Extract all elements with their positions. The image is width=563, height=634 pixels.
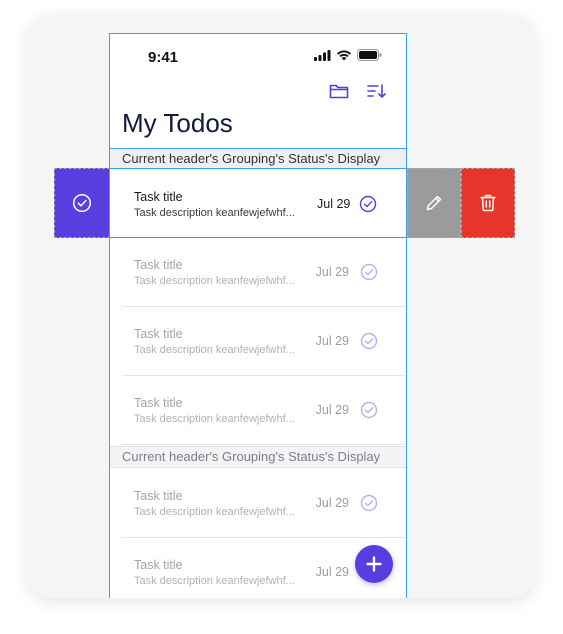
task-date: Jul 29 — [317, 197, 351, 211]
task-description: Task description keanfewjefwhf... — [134, 413, 295, 425]
sort-button[interactable] — [366, 80, 388, 102]
signal-icon — [314, 49, 331, 61]
task-title: Task title — [134, 190, 183, 204]
task-row[interactable]: Task title Task description keanfewjefwh… — [122, 238, 406, 307]
swipe-edit-action[interactable] — [407, 168, 461, 238]
add-task-button[interactable] — [355, 545, 393, 583]
check-circle-icon[interactable] — [360, 263, 378, 281]
task-title: Task title — [134, 258, 183, 272]
task-date: Jul 29 — [315, 403, 349, 417]
section-header: Current header's Grouping's Status's Dis… — [110, 148, 406, 170]
wifi-icon — [337, 50, 351, 60]
check-circle-icon[interactable] — [359, 195, 377, 213]
check-circle-icon[interactable] — [360, 401, 378, 419]
swipe-complete-action[interactable] — [54, 168, 110, 238]
header-toolbar — [328, 80, 388, 102]
check-circle-icon — [72, 193, 92, 213]
pencil-icon — [426, 195, 442, 211]
trash-icon — [480, 194, 496, 212]
task-title: Task title — [134, 327, 183, 341]
task-title: Task title — [134, 396, 183, 410]
swipe-delete-action[interactable] — [461, 168, 515, 238]
status-icons — [314, 49, 382, 61]
check-circle-icon[interactable] — [360, 332, 378, 350]
task-date: Jul 29 — [315, 565, 349, 579]
section-header: Current header's Grouping's Status's Dis… — [110, 446, 406, 468]
task-row[interactable]: Task title Task description keanfewjefwh… — [122, 469, 406, 538]
battery-icon — [357, 49, 382, 61]
status-bar: 9:41 — [110, 34, 406, 78]
phone-screen: 9:41 My Todos Current header's Grouping'… — [109, 33, 407, 598]
task-description: Task description keanfewjefwhf... — [134, 344, 295, 356]
task-description: Task description keanfewjefwhf... — [134, 207, 295, 219]
plus-icon — [366, 556, 382, 572]
task-title: Task title — [134, 489, 183, 503]
task-description: Task description keanfewjefwhf... — [134, 575, 295, 587]
swiped-task-row[interactable]: Task title Task description keanfewjefwh… — [109, 168, 407, 238]
sort-icon — [367, 84, 386, 98]
task-row[interactable]: Task title Task description keanfewjefwh… — [122, 376, 406, 445]
task-row[interactable]: Task title Task description keanfewjefwh… — [122, 307, 406, 376]
folder-button[interactable] — [328, 80, 350, 102]
task-description: Task description keanfewjefwhf... — [134, 275, 295, 287]
check-circle-icon[interactable] — [360, 494, 378, 512]
folder-icon — [329, 84, 349, 99]
task-description: Task description keanfewjefwhf... — [134, 506, 295, 518]
task-title: Task title — [134, 558, 183, 572]
task-date: Jul 29 — [315, 334, 349, 348]
page-title: My Todos — [122, 108, 233, 138]
task-date: Jul 29 — [315, 265, 349, 279]
task-date: Jul 29 — [315, 496, 349, 510]
status-time: 9:41 — [148, 49, 179, 66]
